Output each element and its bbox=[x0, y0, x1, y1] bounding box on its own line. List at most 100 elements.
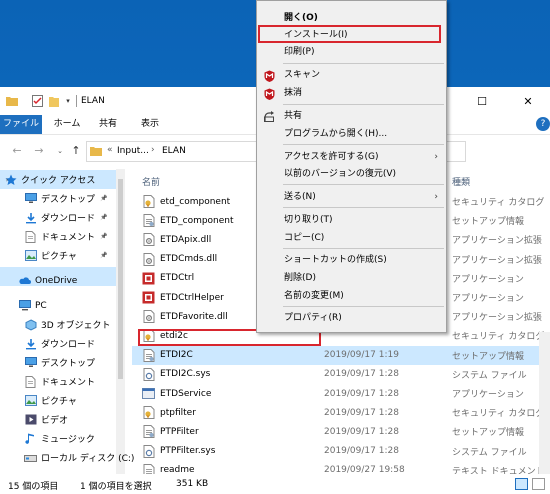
nav-quick-access[interactable]: › クイック アクセス bbox=[0, 170, 116, 189]
file-type: アプリケーション拡張 bbox=[452, 255, 542, 266]
cube-icon bbox=[24, 318, 37, 331]
catalog-icon bbox=[142, 406, 155, 420]
breadcrumb-input[interactable]: Input... bbox=[117, 146, 149, 156]
chevron-right-icon[interactable]: › bbox=[2, 176, 12, 184]
menu-item-open-with[interactable]: プログラムから開く(H)... bbox=[257, 125, 446, 144]
file-row[interactable]: ETDI2C 2019/09/17 1:19 セットアップ情報 bbox=[132, 345, 550, 365]
file-row[interactable]: PTPFilter.sys 2019/09/17 1:28 システム ファイル bbox=[132, 442, 550, 461]
catalog-icon bbox=[142, 195, 155, 208]
folder-icon[interactable] bbox=[6, 95, 18, 107]
nav-item-label: クイック アクセス bbox=[21, 176, 96, 186]
file-type: アプリケーション拡張 bbox=[452, 313, 542, 324]
nav-onedrive[interactable]: OneDrive bbox=[0, 271, 116, 290]
file-date: 2019/09/17 1:28 bbox=[324, 388, 399, 399]
documents-icon bbox=[24, 375, 37, 388]
nav-item-pc-documents[interactable]: ドキュメント bbox=[0, 372, 116, 391]
file-row[interactable]: PTPFilter 2019/09/17 1:28 セットアップ情報 bbox=[132, 422, 550, 441]
forward-button[interactable]: → bbox=[32, 144, 46, 158]
file-name: ptpfilter bbox=[160, 407, 196, 418]
tab-share[interactable]: 共有 bbox=[93, 115, 123, 134]
share-icon bbox=[263, 110, 276, 123]
menu-item-create-shortcut[interactable]: ショートカットの作成(S) bbox=[257, 251, 446, 270]
nav-item-label: ピクチャ bbox=[41, 252, 77, 262]
nav-item-label: PC bbox=[35, 300, 47, 311]
menu-item-restore-versions[interactable]: 以前のバージョンの復元(V) bbox=[257, 165, 446, 184]
file-scrollbar[interactable] bbox=[539, 332, 550, 474]
file-date: 2019/09/17 1:19 bbox=[324, 350, 399, 361]
menu-item-rename[interactable]: 名前の変更(M) bbox=[257, 287, 446, 306]
file-type: アプリケーション bbox=[452, 294, 524, 304]
pin-icon: 📌 bbox=[100, 252, 108, 259]
file-row[interactable]: ETDService 2019/09/17 1:28 アプリケーション bbox=[132, 384, 550, 403]
nav-item-pc-desktop[interactable]: デスクトップ bbox=[0, 353, 116, 372]
new-folder-icon[interactable] bbox=[48, 95, 60, 107]
file-row[interactable]: ptpfilter 2019/09/17 1:28 セキュリティ カタログ bbox=[132, 403, 550, 422]
dll-icon bbox=[142, 310, 155, 324]
nav-item-desktop[interactable]: デスクトップ 📌 bbox=[0, 189, 116, 208]
nav-item-videos[interactable]: ビデオ bbox=[0, 410, 116, 429]
nav-item-downloads[interactable]: ダウンロード 📌 bbox=[0, 208, 116, 227]
menu-item-copy[interactable]: コピー(C) bbox=[257, 229, 446, 248]
status-selected-size: 351 KB bbox=[176, 479, 209, 489]
menu-item-label: コピー(C) bbox=[284, 233, 325, 243]
setup-info-icon bbox=[142, 348, 155, 362]
large-icons-view-icon[interactable] bbox=[532, 478, 545, 490]
menu-item-label: 送る(N) bbox=[284, 192, 316, 202]
nav-item-local-disk[interactable]: ローカル ディスク (C:) bbox=[0, 448, 134, 467]
nav-pc[interactable]: PC bbox=[0, 296, 116, 315]
menu-item-shred[interactable]: 抹消 bbox=[257, 84, 446, 103]
pin-icon: 📌 bbox=[100, 195, 108, 202]
menu-item-label: 切り取り(T) bbox=[284, 215, 333, 225]
nav-item-pc-downloads[interactable]: ダウンロード bbox=[0, 334, 116, 353]
menu-item-label: 抹消 bbox=[284, 88, 303, 98]
status-bar: 15 個の項目 1 個の項目を選択 351 KB bbox=[0, 474, 550, 494]
pc-icon bbox=[18, 300, 31, 312]
nav-item-pc-pictures[interactable]: ピクチャ bbox=[0, 391, 116, 410]
close-button[interactable]: ✕ bbox=[506, 91, 550, 111]
help-icon[interactable]: ? bbox=[536, 117, 550, 131]
recent-locations-button[interactable]: ⌄ bbox=[53, 144, 67, 158]
tab-home[interactable]: ホーム bbox=[52, 115, 82, 134]
menu-item-cut[interactable]: 切り取り(T) bbox=[257, 211, 446, 230]
menu-item-properties[interactable]: プロパティ(R) bbox=[257, 309, 446, 328]
back-button[interactable]: ← bbox=[10, 144, 24, 158]
nav-item-music[interactable]: ミュージック bbox=[0, 429, 116, 448]
menu-item-delete[interactable]: 削除(D) bbox=[257, 269, 446, 288]
file-type: システム ファイル bbox=[452, 447, 527, 458]
nav-scrollbar-thumb[interactable] bbox=[118, 179, 123, 379]
tab-view[interactable]: 表示 bbox=[135, 115, 165, 134]
file-name: ETDI2C.sys bbox=[160, 369, 211, 380]
onedrive-icon bbox=[18, 275, 31, 287]
nav-item-pictures[interactable]: ピクチャ 📌 bbox=[0, 246, 116, 265]
menu-item-scan[interactable]: スキャン bbox=[257, 66, 446, 85]
menu-item-label: 以前のバージョンの復元(V) bbox=[284, 169, 396, 179]
file-name: PTPFilter.sys bbox=[160, 446, 216, 457]
column-header-name[interactable]: 名前 bbox=[142, 175, 160, 188]
breadcrumb-elan[interactable]: ELAN bbox=[162, 146, 186, 156]
details-view-icon[interactable] bbox=[515, 478, 528, 490]
up-button[interactable]: ↑ bbox=[69, 144, 83, 158]
maximize-button[interactable]: ☐ bbox=[460, 91, 504, 111]
breadcrumb-overflow[interactable]: « bbox=[107, 145, 113, 155]
menu-separator bbox=[283, 63, 444, 64]
chevron-down-icon[interactable]: ▾ bbox=[63, 95, 73, 107]
menu-item-print[interactable]: 印刷(P) bbox=[257, 43, 446, 62]
menu-separator bbox=[283, 184, 444, 185]
file-row[interactable]: ETDI2C.sys 2019/09/17 1:28 システム ファイル bbox=[132, 365, 550, 384]
properties-icon[interactable] bbox=[31, 95, 43, 107]
column-header-type[interactable]: 種類 bbox=[452, 175, 470, 188]
file-name: ETDI2C bbox=[160, 350, 193, 361]
dll-icon bbox=[142, 252, 155, 266]
nav-item-label: ダウンロード bbox=[41, 214, 96, 224]
nav-item-documents[interactable]: ドキュメント 📌 bbox=[0, 227, 116, 246]
tab-file[interactable]: ファイル bbox=[0, 115, 42, 134]
menu-item-share[interactable]: 共有 bbox=[257, 107, 446, 126]
title-divider bbox=[76, 95, 77, 107]
breadcrumb-separator[interactable]: › bbox=[151, 145, 155, 155]
nav-item-3d-objects[interactable]: 3D オブジェクト bbox=[0, 315, 116, 334]
file-type: セットアップ情報 bbox=[452, 351, 525, 362]
menu-item-send-to[interactable]: 送る(N) › bbox=[257, 188, 446, 207]
nav-item-label: ダウンロード bbox=[41, 340, 96, 350]
menu-item-label: 共有 bbox=[284, 111, 303, 121]
menu-separator bbox=[283, 248, 444, 249]
